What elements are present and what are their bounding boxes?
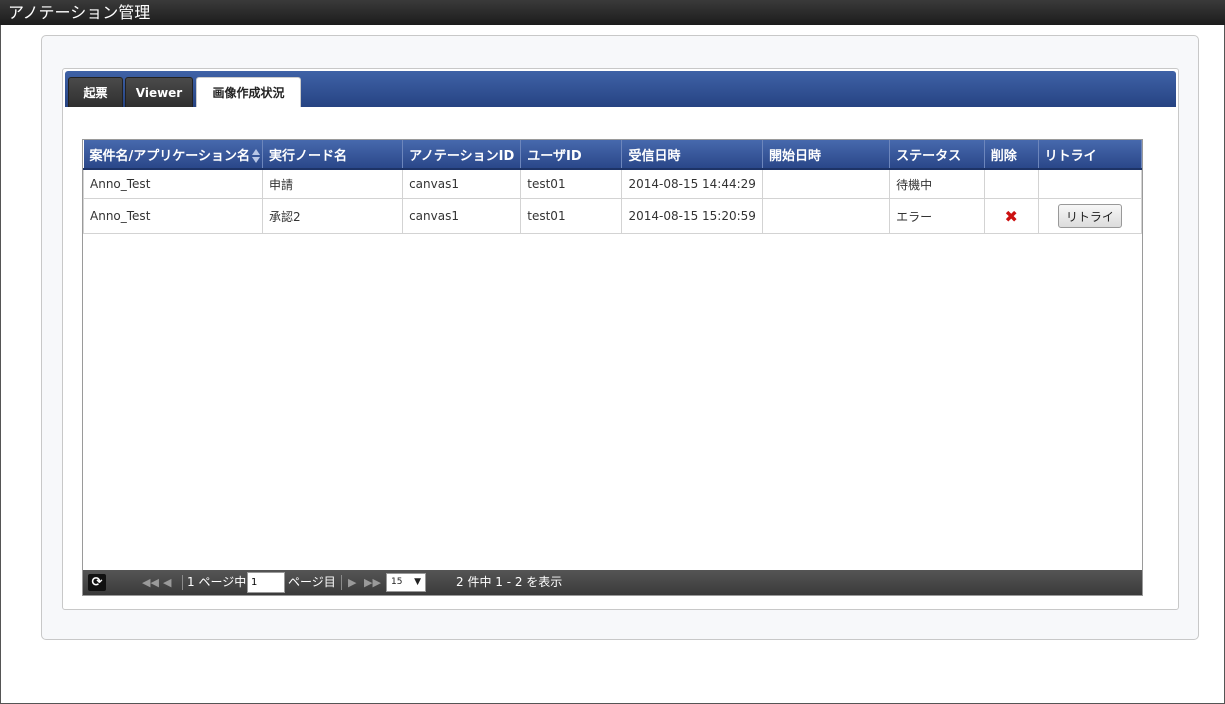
pager: ⟳ ◀◀ ◀ 1 ページ中 ページ目 ▶ ▶▶ 15 ▼ 2 件中 1 - 2 を… bbox=[83, 570, 1142, 595]
table-row[interactable]: Anno_Test 承認2 canvas1 test01 2014-08-15 … bbox=[83, 198, 1143, 234]
sort-icon[interactable] bbox=[252, 149, 260, 163]
page-suffix-text: ページ目 bbox=[288, 575, 336, 589]
refresh-icon[interactable]: ⟳ bbox=[88, 574, 106, 591]
cell-delete: ✖ bbox=[983, 198, 1039, 234]
total-pages-text: 1 ページ中 bbox=[187, 575, 247, 589]
col-header-user-id[interactable]: ユーザID bbox=[520, 140, 623, 170]
cell-app: Anno_Test bbox=[83, 198, 263, 234]
cell-retry bbox=[1037, 168, 1143, 199]
cell-retry: リトライ bbox=[1037, 198, 1143, 234]
page-size-value: 15 bbox=[391, 577, 403, 587]
col-header-retry: リトライ bbox=[1038, 140, 1143, 170]
record-summary: 2 件中 1 - 2 を表示 bbox=[456, 575, 563, 589]
cell-user-id: test01 bbox=[520, 198, 623, 234]
cell-user-id: test01 bbox=[520, 168, 623, 199]
col-header-delete: 削除 bbox=[984, 140, 1039, 170]
cell-app: Anno_Test bbox=[83, 168, 263, 199]
tab-bar: 起票 Viewer 画像作成状況 bbox=[65, 71, 1176, 107]
col-header-status[interactable]: ステータス bbox=[889, 140, 985, 170]
table-row[interactable]: Anno_Test 申請 canvas1 test01 2014-08-15 1… bbox=[83, 168, 1143, 199]
prev-page-icon[interactable]: ◀ bbox=[163, 570, 171, 595]
pager-separator bbox=[182, 575, 183, 590]
cell-started bbox=[761, 168, 891, 199]
cell-node: 承認2 bbox=[261, 198, 404, 234]
delete-icon[interactable]: ✖ bbox=[991, 207, 1032, 226]
cell-annotation-id: canvas1 bbox=[402, 198, 522, 234]
pager-separator bbox=[341, 575, 342, 590]
cell-node: 申請 bbox=[261, 168, 404, 199]
cell-annotation-id: canvas1 bbox=[402, 168, 522, 199]
tab-kihyo[interactable]: 起票 bbox=[68, 77, 123, 107]
col-header-annotation-id[interactable]: アノテーションID bbox=[402, 140, 522, 170]
last-page-icon[interactable]: ▶▶ bbox=[364, 570, 381, 595]
cell-started bbox=[761, 198, 891, 234]
cell-status: エラー bbox=[889, 198, 985, 234]
col-header-app-label: 案件名/アプリケーション名 bbox=[89, 148, 251, 164]
tab-viewer[interactable]: Viewer bbox=[125, 77, 193, 107]
next-page-icon[interactable]: ▶ bbox=[348, 570, 356, 595]
cell-received: 2014-08-15 14:44:29 bbox=[621, 168, 763, 199]
col-header-started[interactable]: 開始日時 bbox=[762, 140, 891, 170]
first-page-icon[interactable]: ◀◀ bbox=[142, 570, 159, 595]
chevron-down-icon: ▼ bbox=[414, 577, 421, 587]
page-size-select[interactable]: 15 ▼ bbox=[386, 573, 426, 592]
status-table: 案件名/アプリケーション名 実行ノード名 アノテーションID ユーザID 受信日… bbox=[83, 140, 1143, 234]
cell-received: 2014-08-15 15:20:59 bbox=[621, 198, 763, 234]
col-header-app[interactable]: 案件名/アプリケーション名 bbox=[83, 140, 263, 170]
cell-delete bbox=[983, 168, 1039, 199]
window-title: アノテーション管理 bbox=[0, 0, 1225, 25]
page-number-input[interactable] bbox=[247, 572, 285, 593]
col-header-received[interactable]: 受信日時 bbox=[621, 140, 763, 170]
col-header-node[interactable]: 実行ノード名 bbox=[262, 140, 404, 170]
retry-button[interactable]: リトライ bbox=[1057, 204, 1122, 228]
data-grid: 案件名/アプリケーション名 実行ノード名 アノテーションID ユーザID 受信日… bbox=[82, 139, 1143, 596]
tab-image-status[interactable]: 画像作成状況 bbox=[196, 77, 301, 107]
cell-status: 待機中 bbox=[889, 168, 985, 199]
